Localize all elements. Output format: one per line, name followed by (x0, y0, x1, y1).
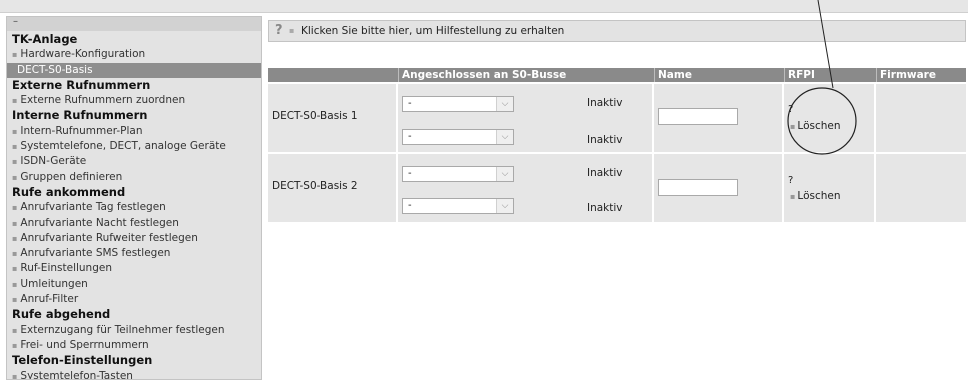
nav-item-isdn-geraete[interactable]: ▪ ISDN-Geräte (7, 154, 261, 169)
bullet-icon: ▪ (289, 26, 295, 35)
column-header-name: Name (654, 68, 784, 82)
name-input[interactable] (658, 108, 738, 125)
nav-item-externe-rufnummern-zuordnen[interactable]: ▪ Externe Rufnummern zuordnen (7, 93, 261, 108)
nav-item-dect-s0-basis[interactable]: DECT-S0-Basis (7, 62, 261, 78)
s0-bus-select-1[interactable]: - ⌵ (402, 96, 514, 112)
nav-menu: TK-Anlage ▪ Hardware-Konfiguration DECT-S… (7, 32, 261, 380)
s0-bus-cell: - ⌵ Inaktiv - ⌵ Inaktiv (398, 84, 652, 152)
nav-item-intern-rufnummer-plan[interactable]: ▪ Intern-Rufnummer-Plan (7, 124, 261, 139)
nav-item-umleitungen[interactable]: ▪ Umleitungen (7, 277, 261, 292)
nav-section-interne-rufnummern: Interne Rufnummern (12, 108, 148, 123)
top-bar (0, 0, 968, 13)
bullet-icon: ▪ (12, 295, 18, 305)
s0-bus-select-1[interactable]: - ⌵ (402, 166, 514, 182)
chevron-down-icon[interactable]: ⌵ (496, 199, 513, 213)
s0-bus-select-2[interactable]: - ⌵ (402, 129, 514, 145)
bullet-icon: ▪ (12, 325, 18, 335)
column-header-rfpi: RFPI (784, 68, 876, 82)
status-label: Inaktiv (587, 167, 623, 179)
table-header-row: Angeschlossen an S0-Busse Name RFPI Firm… (268, 68, 966, 82)
nav-item-ruf-einstellungen[interactable]: ▪ Ruf-Einstellungen (7, 261, 261, 276)
device-name: DECT-S0-Basis 2 (272, 180, 358, 192)
nav-item-systemtelefone[interactable]: ▪ Systemtelefone, DECT, analoge Geräte (7, 139, 261, 154)
help-link[interactable]: Klicken Sie bitte hier, um Hilfestellung… (301, 21, 564, 41)
bullet-icon: ▪ (12, 203, 18, 213)
nav-item-anruf-filter[interactable]: ▪ Anruf-Filter (7, 292, 261, 307)
table-row: DECT-S0-Basis 2 - ⌵ Inaktiv - ⌵ Inaktiv ? … (268, 154, 966, 222)
bullet-icon: ▪ (12, 142, 18, 152)
device-name: DECT-S0-Basis 1 (272, 110, 358, 122)
collapse-button[interactable]: – (7, 17, 261, 31)
sidebar: – TK-Anlage ▪ Hardware-Konfiguration DECT… (6, 16, 262, 380)
delete-link[interactable]: ▪ Löschen (790, 120, 841, 132)
firmware-cell (876, 154, 966, 222)
status-label: Inaktiv (587, 202, 623, 214)
bullet-icon: ▪ (12, 371, 18, 380)
nav-item-anrufvariante-sms[interactable]: ▪ Anrufvariante SMS festlegen (7, 246, 261, 261)
chevron-down-icon[interactable]: ⌵ (496, 97, 513, 111)
delete-link[interactable]: ▪ Löschen (790, 190, 841, 202)
bullet-icon: ▪ (12, 218, 18, 228)
rfpi-value: ? (788, 175, 794, 186)
bullet-icon: ▪ (12, 279, 18, 289)
name-cell (654, 84, 782, 152)
nav-item-hardware-konfiguration[interactable]: ▪ Hardware-Konfiguration (7, 47, 261, 62)
bullet-icon: ▪ (790, 192, 796, 201)
name-input[interactable] (658, 179, 738, 196)
nav-item-externzugang[interactable]: ▪ Externzugang für Teilnehmer festlegen (7, 323, 261, 338)
status-label: Inaktiv (587, 97, 623, 109)
rfpi-cell: ? ▪ Löschen (784, 154, 874, 222)
nav-item-systemtelefon-tasten[interactable]: ▪ Systemtelefon-Tasten (7, 369, 261, 380)
nav-item-anrufvariante-tag[interactable]: ▪ Anrufvariante Tag festlegen (7, 200, 261, 215)
bullet-icon: ▪ (12, 126, 18, 136)
nav-item-gruppen-definieren[interactable]: ▪ Gruppen definieren (7, 170, 261, 185)
nav-section-rufe-ankommend: Rufe ankommend (12, 184, 126, 199)
firmware-cell (876, 84, 966, 152)
bullet-icon: ▪ (12, 157, 18, 167)
column-header-firmware: Firmware (876, 68, 966, 82)
chevron-down-icon[interactable]: ⌵ (496, 130, 513, 144)
nav-item-frei-sperrnummern[interactable]: ▪ Frei- und Sperrnummern (7, 338, 261, 353)
device-cell: DECT-S0-Basis 1 (268, 84, 396, 152)
rfpi-cell: ? ▪ Löschen (784, 84, 874, 152)
column-header-s0-busse: Angeschlossen an S0-Busse (398, 68, 654, 82)
rfpi-value: ? (788, 104, 794, 115)
device-cell: DECT-S0-Basis 2 (268, 154, 396, 222)
help-bar[interactable]: ? ▪ Klicken Sie bitte hier, um Hilfestel… (268, 20, 966, 42)
nav-item-anrufvariante-nacht[interactable]: ▪ Anrufvariante Nacht festlegen (7, 216, 261, 231)
bullet-icon: ▪ (12, 264, 18, 274)
bullet-icon: ▪ (12, 249, 18, 259)
nav-item-anrufvariante-rufweiter[interactable]: ▪ Anrufvariante Rufweiter festlegen (7, 231, 261, 246)
column-header-device (268, 68, 398, 82)
table-row: DECT-S0-Basis 1 - ⌵ Inaktiv - ⌵ Inaktiv ? … (268, 84, 966, 152)
bullet-icon: ▪ (12, 233, 18, 243)
chevron-down-icon[interactable]: ⌵ (496, 167, 513, 181)
status-label: Inaktiv (587, 134, 623, 146)
bullet-icon: ▪ (12, 50, 18, 60)
bullet-icon: ▪ (12, 172, 18, 182)
bullet-icon: ▪ (12, 340, 18, 350)
name-cell (654, 154, 782, 222)
help-icon[interactable]: ? (275, 21, 283, 41)
s0-bus-select-2[interactable]: - ⌵ (402, 198, 514, 214)
nav-section-tk-anlage: TK-Anlage (12, 32, 78, 46)
nav-section-externe-rufnummern: Externe Rufnummern (12, 77, 151, 92)
bullet-icon: ▪ (790, 122, 796, 131)
nav-section-rufe-abgehend: Rufe abgehend (12, 307, 111, 322)
bullet-icon: ▪ (12, 96, 18, 106)
nav-section-telefon-einstellungen: Telefon-Einstellungen (12, 353, 153, 368)
s0-bus-cell: - ⌵ Inaktiv - ⌵ Inaktiv (398, 154, 652, 222)
